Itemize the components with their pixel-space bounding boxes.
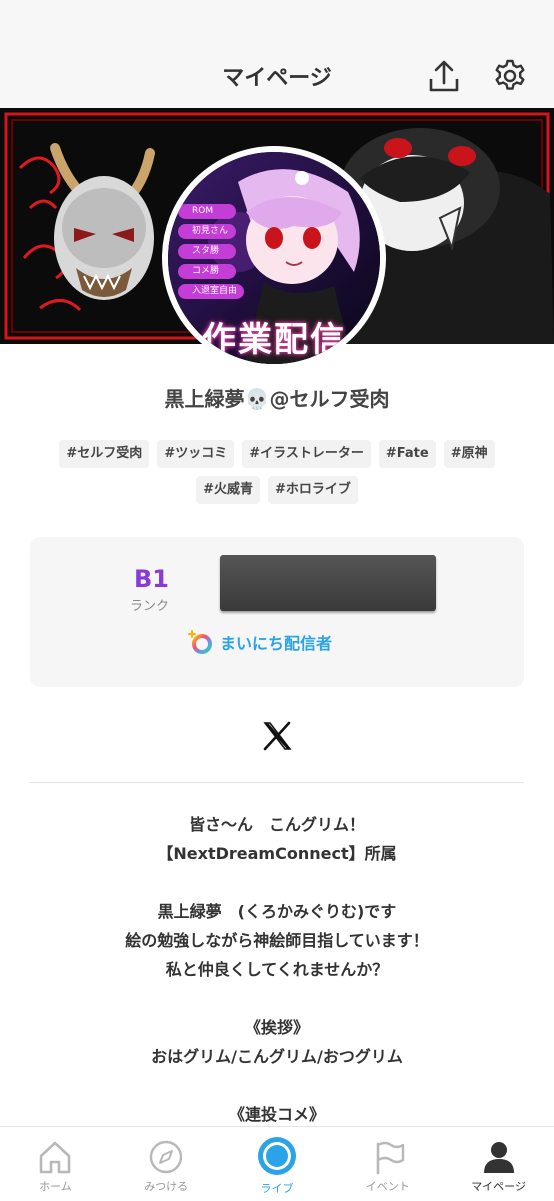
rank-card[interactable]: B1 ランク まいにち配信者 [30,537,524,687]
flag-icon [376,1141,404,1175]
tab-label: ホーム [39,1180,72,1193]
avatar-menu-item: ROM [178,204,236,219]
bio-line [30,868,524,897]
tab-live[interactable]: ライブ [222,1127,333,1201]
tag-chip[interactable]: #原神 [443,440,495,468]
profile-bio: 皆さ〜ん こんグリム！ 【NextDreamConnect】所属 黒上緑夢 (く… [30,810,524,1129]
tab-label: みつける [144,1180,189,1193]
tag-chip[interactable]: #セルフ受肉 [59,440,150,468]
bio-line: 黒上緑夢 (くろかみぐりむ)です [157,902,397,921]
share-icon [429,60,459,92]
profile-avatar[interactable]: ROM 初見さん スタ勝 コメ勝 入退室自由 作業配信 [162,146,386,370]
tag-chip[interactable]: #ホロライブ [268,476,358,504]
daily-ring-icon [188,630,212,654]
tab-discover[interactable]: みつける [111,1127,222,1201]
bio-line: 《連投コメ》 [228,1105,325,1124]
bio-line [30,1071,524,1100]
tab-mypage[interactable]: マイページ [443,1127,554,1201]
rank-progress-redacted [220,555,436,611]
avatar-caption: 作業配信 [202,320,346,360]
tab-label: ライブ [260,1182,294,1195]
profile-username: 黒上緑夢💀@セルフ受肉 [164,387,390,411]
bio-line: 《挨拶》 [244,1018,309,1037]
x-link-button[interactable] [259,718,295,754]
tag-list: #セルフ受肉 #ツッコミ #イラストレーター #Fate #原神 #火威青 #ホ… [30,440,524,504]
daily-streamer-label: まいにち配信者 [220,634,333,653]
rank-value: B1 [134,565,169,593]
person-icon [483,1142,514,1173]
avatar-menu-item: スタ勝 [178,244,236,259]
tag-chip[interactable]: #火威青 [196,476,260,504]
avatar-menu-item: 初見さん [178,224,236,239]
tab-label: マイページ [471,1180,526,1193]
avatar-menu-item: コメ勝 [178,264,236,279]
gear-icon [495,59,525,90]
bio-line [30,984,524,1013]
daily-streamer-badge[interactable]: まいにち配信者 [188,629,332,655]
bio-line: 【NextDreamConnect】所属 [157,844,397,863]
share-button[interactable] [424,56,464,96]
bio-line: 私と仲良くしてくれませんか？ [165,960,389,979]
divider [30,782,524,783]
bio-line: 絵の勉強しながら神絵師目指しています！ [125,931,429,950]
tag-chip[interactable]: #Fate [378,440,436,468]
x-logo-icon [263,721,292,751]
tab-label: イベント [365,1180,410,1193]
page-title: マイページ [222,66,332,91]
tab-event[interactable]: イベント [332,1127,443,1201]
avatar-menu-item: 入退室自由 [178,284,244,299]
home-icon [40,1141,71,1174]
bottom-tab-bar: ホーム みつける ライブ イベント マイページ [0,1126,554,1201]
app-header: マイページ [0,0,554,108]
tab-home[interactable]: ホーム [0,1127,111,1201]
tag-chip[interactable]: #ツッコミ [157,440,235,468]
bio-line: おはグリム/こんグリム/おつグリム [151,1047,403,1066]
settings-button[interactable] [490,56,530,96]
avatar-menu: ROM 初見さん スタ勝 コメ勝 入退室自由 [178,204,244,299]
rank-label: ランク [130,599,170,614]
bio-line: 皆さ〜ん こんグリム！ [188,815,365,834]
tag-chip[interactable]: #イラストレーター [242,440,371,468]
compass-icon [149,1140,183,1174]
live-icon [257,1137,296,1175]
